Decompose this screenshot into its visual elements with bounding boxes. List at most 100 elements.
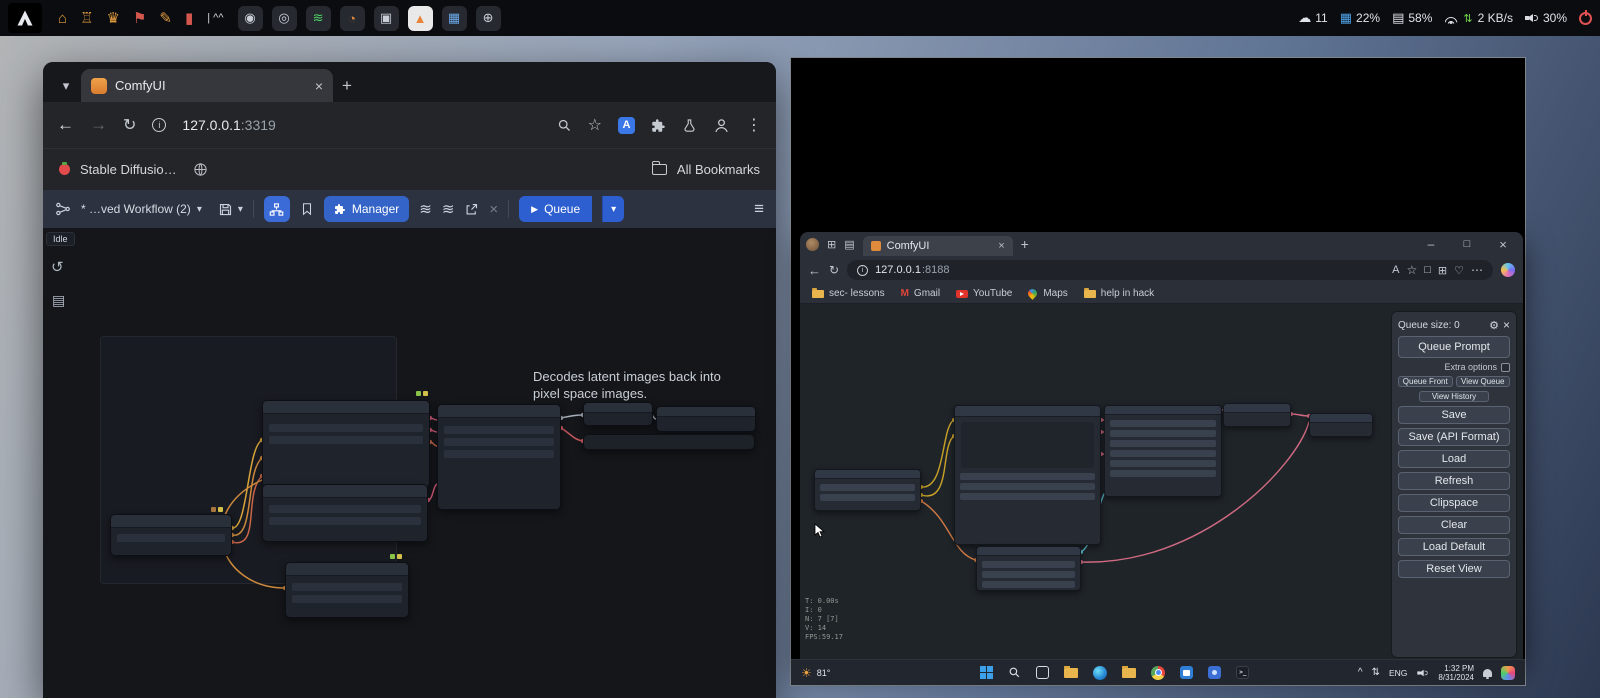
site-info-icon[interactable]: i [152, 118, 167, 132]
taskbar-search-icon[interactable] [1008, 666, 1021, 679]
edge-back-button[interactable]: ← [808, 263, 821, 278]
queue-button[interactable]: ▶ Queue [519, 196, 593, 222]
close-tool-icon[interactable]: × [489, 201, 498, 218]
extra-options-checkbox[interactable] [1501, 362, 1510, 372]
teams-app-icon[interactable] [1208, 666, 1222, 679]
voice-wave-icon-2[interactable]: ≋ [442, 200, 455, 218]
translate-icon[interactable]: A [618, 116, 635, 134]
memory-indicator[interactable]: ▤ 58% [1392, 10, 1432, 26]
reload-button[interactable]: ↻ [123, 115, 136, 135]
minimize-button[interactable]: – [1417, 237, 1445, 251]
chrome-taskbar-icon[interactable] [1151, 665, 1166, 680]
edge-tab-comfyui[interactable]: ComfyUI × [862, 236, 1013, 256]
queue-front-button[interactable]: Queue Front [1398, 376, 1453, 387]
bookmark-sec-lessons[interactable]: sec- lessons [812, 287, 885, 299]
comfy-menu-icon[interactable]: ≡ [754, 199, 764, 219]
workflows-icon[interactable] [55, 201, 71, 217]
launcher-icon-1[interactable]: ⌂ [58, 10, 67, 27]
graph-node[interactable] [262, 484, 428, 542]
clock-widget[interactable]: 1:32 PM 8/31/2024 [1438, 664, 1474, 682]
edge-new-tab-button[interactable]: + [1021, 236, 1029, 252]
edge-profile-avatar[interactable] [806, 237, 819, 251]
graph-node[interactable] [954, 405, 1101, 545]
graph-node[interactable] [583, 434, 755, 450]
history-icon[interactable]: ↺ [51, 258, 64, 276]
graph-node[interactable] [1309, 413, 1373, 437]
vlc-icon[interactable]: ▲ [407, 5, 433, 31]
zoom-icon[interactable] [557, 118, 572, 133]
refresh-button[interactable]: Refresh [1398, 472, 1510, 490]
globe-bookmark-icon[interactable] [193, 162, 208, 177]
launcher-icon-6[interactable]: ▮ [185, 9, 193, 27]
terminal-icon[interactable]: >_ [1236, 666, 1250, 679]
edge-site-info-icon[interactable]: i [857, 264, 869, 276]
queue-list-icon[interactable]: ▤ [52, 292, 65, 309]
close-window-button[interactable]: × [1489, 237, 1517, 252]
voice-wave-icon-1[interactable]: ≋ [419, 200, 432, 218]
game-app-icon[interactable]: ◎ [271, 5, 297, 31]
queue-prompt-button[interactable]: Queue Prompt [1398, 336, 1510, 358]
camera-app-icon[interactable]: ◉ [237, 5, 263, 31]
browser-menu-icon[interactable]: ⋮ [746, 115, 762, 135]
load-button[interactable]: Load [1398, 450, 1510, 468]
graph-node[interactable] [1223, 403, 1291, 427]
app-menu-logo[interactable] [8, 3, 42, 33]
file-explorer-icon[interactable] [1064, 665, 1079, 678]
reset-view-button[interactable]: Reset View [1398, 560, 1510, 578]
maximize-button[interactable]: □ [1453, 238, 1481, 250]
language-indicator[interactable]: ENG [1389, 668, 1407, 678]
edge-tab-close-icon[interactable]: × [998, 240, 1004, 252]
back-button[interactable]: ← [57, 115, 74, 135]
comfy-page[interactable]: T: 0.00s I: 0 N: 7 [7] V: 14 FPS:59.17 Q… [800, 304, 1523, 661]
edge-settings-icon[interactable]: ⋯ [1471, 263, 1483, 277]
graph-node[interactable] [656, 406, 756, 432]
tray-speaker-icon[interactable] [1417, 668, 1429, 678]
graph-node[interactable] [437, 404, 561, 510]
bookmark-tool-icon[interactable] [300, 202, 314, 216]
network-indicator[interactable]: ⇅ 2 KB/s [1444, 11, 1513, 25]
task-view-icon[interactable] [1036, 666, 1050, 679]
graph-node[interactable] [814, 469, 921, 511]
store-icon[interactable] [1180, 666, 1194, 679]
folder-app-icon[interactable] [1122, 665, 1137, 678]
clip-app-icon[interactable]: ⊕ [475, 5, 501, 31]
edge-favorites-icon[interactable]: ☆ [1406, 263, 1417, 277]
tab-close-icon[interactable]: × [315, 78, 323, 94]
graph-node[interactable] [976, 546, 1081, 591]
tray-chevron-icon[interactable]: ^ [1358, 667, 1363, 678]
graph-node[interactable] [110, 514, 232, 556]
save-workflow-button[interactable]: ▾ [218, 202, 243, 217]
address-url[interactable]: 127.0.0.1 :3319 [182, 117, 275, 133]
tab-comfyui[interactable]: ComfyUI × [81, 69, 333, 102]
launcher-icon-4[interactable]: ⚑ [133, 9, 146, 27]
save-api-format-button[interactable]: Save (API Format) [1398, 428, 1510, 446]
extensions-icon[interactable] [651, 118, 666, 133]
menu-settings-icon[interactable]: ⚙ [1489, 319, 1499, 332]
launcher-icon-2[interactable]: ♖ [80, 9, 93, 27]
notifications-bell-icon[interactable] [1483, 668, 1492, 679]
bookmark-maps[interactable]: Maps [1026, 287, 1068, 300]
new-tab-button[interactable]: + [333, 69, 361, 102]
start-button[interactable] [980, 666, 994, 679]
save-button[interactable]: Save [1398, 406, 1510, 424]
collections-icon[interactable]: ⊞ [1438, 264, 1447, 277]
graph-node[interactable] [583, 402, 653, 426]
volume-indicator[interactable]: 30% [1524, 11, 1567, 25]
graph-node[interactable] [1104, 405, 1222, 497]
browser-essentials-icon[interactable]: ♡ [1454, 264, 1464, 277]
workflow-selector[interactable]: * …ved Workflow (2) ▾ [81, 202, 202, 216]
bookmark-youtube[interactable]: YouTube [956, 288, 1012, 299]
share-icon[interactable] [464, 202, 479, 217]
spotify-icon[interactable]: ≋ [305, 5, 331, 31]
read-aloud-icon[interactable]: A [1392, 264, 1399, 276]
edge-url-field[interactable]: i 127.0.0.1 :8188 A ☆ □ ⊞ ♡ ⋯ [847, 260, 1493, 280]
tab-search-button[interactable]: ▾ [51, 69, 81, 102]
tray-color-app-icon[interactable] [1501, 665, 1515, 680]
bookmark-stable-diffusion[interactable]: Stable Diffusio… [80, 162, 177, 177]
labs-flask-icon[interactable] [682, 118, 697, 133]
edge-reload-button[interactable]: ↻ [829, 263, 839, 277]
bookmark-gmail[interactable]: M Gmail [901, 288, 940, 299]
launcher-icon-3[interactable]: ♛ [107, 9, 120, 27]
gallery-app-icon[interactable]: ▦ [441, 5, 467, 31]
bookmark-star-icon[interactable]: ☆ [588, 115, 602, 135]
